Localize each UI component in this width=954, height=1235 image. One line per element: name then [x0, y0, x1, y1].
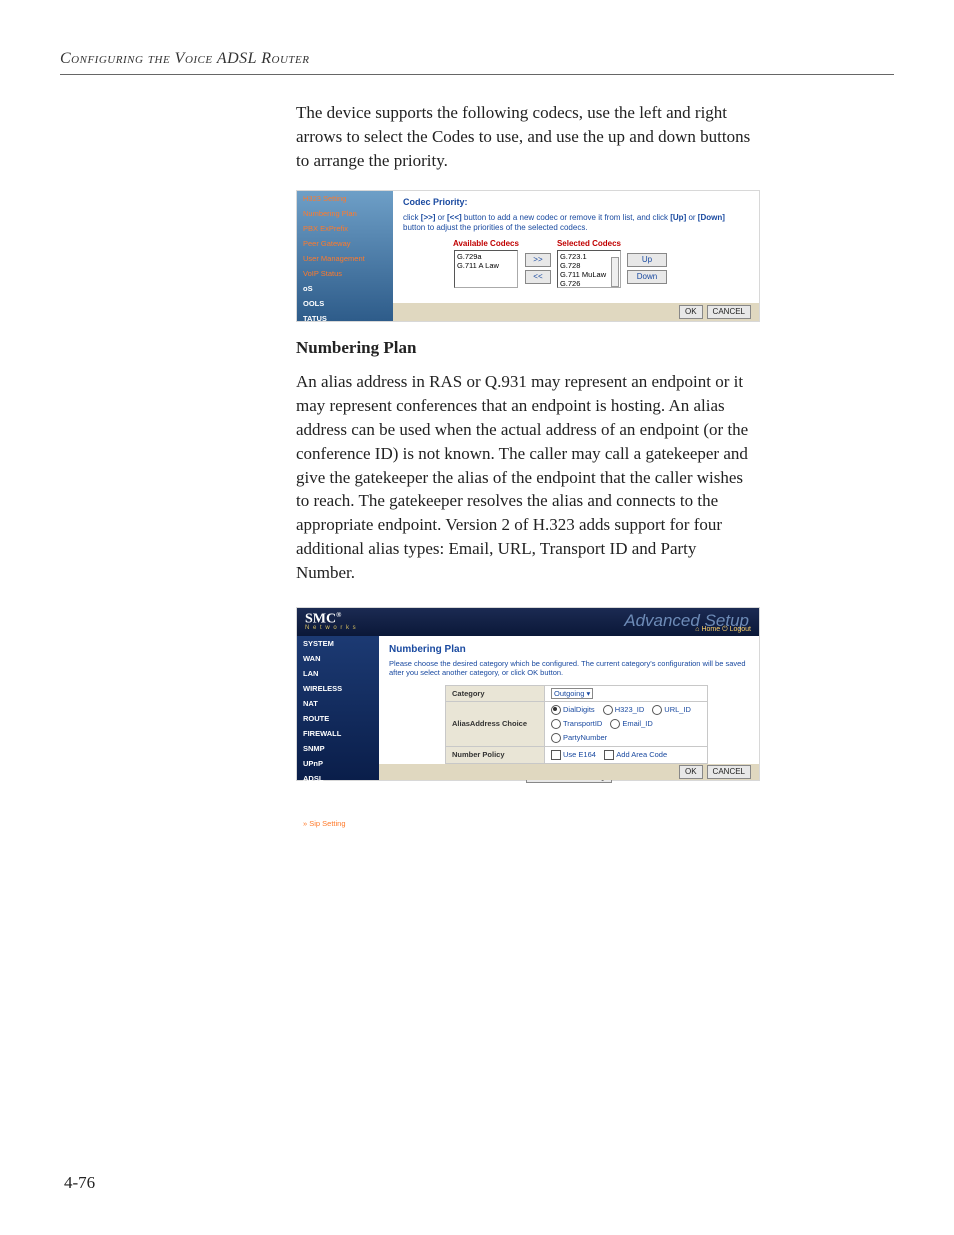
sidebar-item-system[interactable]: SYSTEM	[297, 636, 379, 651]
sidebar-item-ddns[interactable]: DDNS	[297, 786, 379, 801]
ok-button[interactable]: OK	[679, 305, 703, 319]
remove-codec-button[interactable]: <<	[525, 270, 551, 284]
sidebar-item[interactable]: H323 Setting	[297, 191, 393, 206]
page: Configuring the Voice ADSL Router The de…	[0, 0, 954, 1235]
sidebar-item[interactable]: User Management	[297, 251, 393, 266]
help-text: click [>>] or [<<] button to add a new c…	[403, 213, 749, 232]
rule	[60, 74, 894, 75]
content-pane: Codec Priority: click [>>] or [<<] butto…	[393, 191, 759, 321]
radio-email-id[interactable]	[610, 719, 620, 729]
sidebar-item[interactable]: Numbering Plan	[297, 206, 393, 221]
sidebar-item[interactable]: TATUS	[297, 311, 393, 326]
footer-bar: OK CANCEL	[379, 764, 759, 780]
logout-link[interactable]: Logout	[730, 626, 751, 633]
running-head: Configuring the Voice ADSL Router	[60, 50, 894, 68]
screenshot-numbering-plan: SMC® N e t w o r k s Advanced Setup ⌂ Ho…	[296, 607, 760, 781]
sidebar-item[interactable]: Peer Gateway	[297, 236, 393, 251]
row-label-number-policy: Number Policy	[446, 746, 545, 763]
page-number: 4-76	[64, 1173, 95, 1193]
cancel-button[interactable]: CANCEL	[707, 765, 751, 779]
sidebar-item[interactable]: oS	[297, 281, 393, 296]
scrollbar[interactable]	[611, 257, 619, 287]
panel-title: Numbering Plan	[389, 644, 749, 655]
screenshot-codec-priority: H323 Setting Numbering Plan PBX ExPrefix…	[296, 190, 760, 322]
ok-button[interactable]: OK	[679, 765, 703, 779]
sidebar-item-voip[interactable]: VoIP	[297, 801, 379, 816]
radio-dialdigits[interactable]	[551, 705, 561, 715]
radio-h323-id[interactable]	[603, 705, 613, 715]
sidebar-item-wan[interactable]: WAN	[297, 651, 379, 666]
sidebar-item-sip-setting[interactable]: » Sip Setting	[297, 816, 379, 831]
logo-subtitle: N e t w o r k s	[305, 625, 357, 631]
settings-table: Category Outgoing ▾ AliasAddress Choice …	[445, 685, 708, 764]
sidebar-item-adsl[interactable]: ADSL	[297, 771, 379, 786]
sidebar-item[interactable]: PBX ExPrefix	[297, 221, 393, 236]
home-link[interactable]: Home	[701, 626, 720, 633]
content-pane: Numbering Plan Please choose the desired…	[379, 636, 759, 780]
banner-links: ⌂ Home ⏻ Logout	[695, 626, 751, 634]
paragraph-numbering-plan: An alias address in RAS or Q.931 may rep…	[296, 370, 756, 584]
row-label-category: Category	[446, 685, 545, 701]
sidebar-item-wireless[interactable]: WIRELESS	[297, 681, 379, 696]
sidebar: H323 Setting Numbering Plan PBX ExPrefix…	[297, 191, 393, 321]
move-up-button[interactable]: Up	[627, 253, 667, 267]
banner: SMC® N e t w o r k s Advanced Setup ⌂ Ho…	[297, 608, 759, 636]
selected-codecs-label: Selected Codecs	[557, 239, 621, 248]
checkbox-add-area-code[interactable]	[604, 750, 614, 760]
panel-title: Codec Priority:	[403, 197, 749, 207]
add-codec-button[interactable]: >>	[525, 253, 551, 267]
paragraph-codecs-intro: The device supports the following codecs…	[296, 101, 756, 172]
radio-partynumber[interactable]	[551, 733, 561, 743]
sidebar-item-route[interactable]: ROUTE	[297, 711, 379, 726]
logout-icon: ⏻	[722, 626, 729, 633]
available-codecs-list[interactable]: G.729a G.711 A Law	[454, 250, 518, 288]
sidebar: SYSTEM WAN LAN WIRELESS NAT ROUTE FIREWA…	[297, 636, 379, 780]
checkbox-use-e164[interactable]	[551, 750, 561, 760]
alias-radio-group: DialDigits H323_ID URL_ID TransportID Em…	[551, 705, 701, 743]
radio-transportid[interactable]	[551, 719, 561, 729]
sidebar-item-firewall[interactable]: FIREWALL	[297, 726, 379, 741]
sidebar-item[interactable]: VoIP Status	[297, 266, 393, 281]
category-select[interactable]: Outgoing ▾	[551, 688, 593, 699]
section-heading-numbering-plan: Numbering Plan	[296, 338, 756, 358]
sidebar-item-lan[interactable]: LAN	[297, 666, 379, 681]
cancel-button[interactable]: CANCEL	[707, 305, 751, 319]
row-label-alias: AliasAddress Choice	[446, 701, 545, 746]
move-down-button[interactable]: Down	[627, 270, 667, 284]
radio-url-id[interactable]	[652, 705, 662, 715]
sidebar-item-snmp[interactable]: SNMP	[297, 741, 379, 756]
sidebar-item-nat[interactable]: NAT	[297, 696, 379, 711]
available-codecs-label: Available Codecs	[453, 239, 519, 248]
sidebar-item-upnp[interactable]: UPnP	[297, 756, 379, 771]
sidebar-item[interactable]: OOLS	[297, 296, 393, 311]
footer-bar: OK CANCEL	[393, 303, 759, 321]
help-text: Please choose the desired category which…	[389, 659, 749, 677]
